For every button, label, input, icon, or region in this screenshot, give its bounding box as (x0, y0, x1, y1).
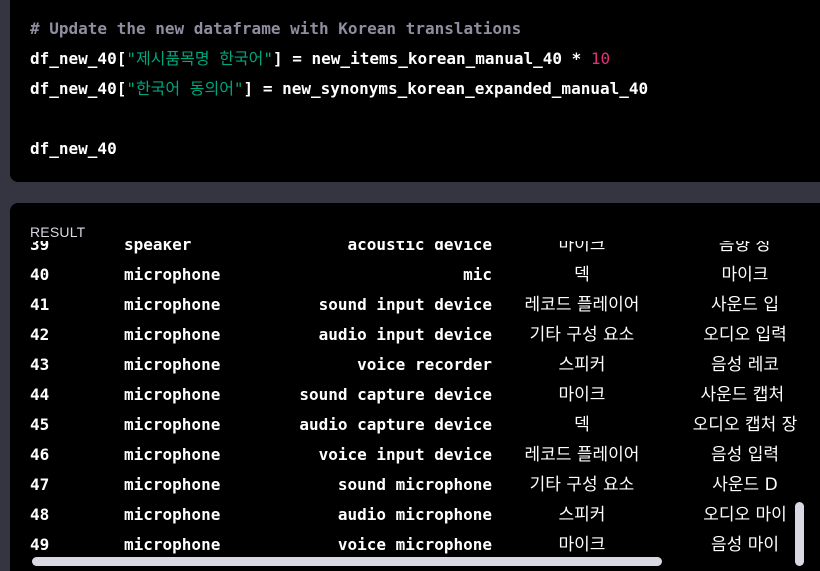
table-row: 49 microphone voice microphone 마이크 음성 마이 (10, 530, 820, 560)
table-row: 43 microphone voice recorder 스피커 음성 레코 (10, 350, 820, 380)
row-synonym: 오디오 입력 (703, 325, 787, 345)
row-index: 49 (30, 535, 50, 554)
row-index: 41 (30, 295, 50, 314)
row-korean: 기타 구성 요소 (529, 325, 635, 345)
row-synonym: 오디오 캡처 장 (692, 415, 798, 435)
table-row: 41 microphone sound input device 레코드 플레이어 사운… (10, 290, 820, 320)
code-var: df_new_40[ (30, 79, 127, 98)
horizontal-scrollbar[interactable] (32, 557, 662, 566)
row-category: microphone (124, 295, 221, 314)
row-item: audio input device (318, 325, 492, 344)
row-korean: 덱 (574, 415, 590, 435)
row-item: mic (463, 265, 492, 284)
row-index: 48 (30, 505, 50, 524)
row-korean: 레코드 플레이어 (524, 295, 640, 315)
code-block: # Update the new dataframe with Korean t… (10, 0, 820, 182)
code-line-synonyms: df_new_40["한국어 동의어"] = new_synonyms_kore… (30, 74, 648, 104)
row-item: voice microphone (337, 535, 492, 554)
row-item: voice recorder (357, 355, 492, 374)
row-synonym: 음향 장 (718, 241, 772, 255)
result-panel[interactable]: RESULT 39 speaker acoustic device 마이크 음향… (10, 203, 820, 571)
row-synonym: 사운드 캡처 (700, 385, 790, 405)
row-index: 39 (30, 241, 50, 254)
row-korean: 스피커 (558, 355, 606, 375)
row-synonym: 사운드 D (712, 475, 778, 495)
row-korean: 스피커 (558, 505, 606, 525)
code-number: 10 (590, 49, 611, 68)
vertical-scrollbar[interactable] (795, 502, 804, 566)
row-synonym: 사운드 입 (711, 295, 779, 315)
result-label: RESULT (30, 224, 86, 240)
row-index: 40 (30, 265, 50, 284)
row-item: sound capture device (299, 385, 492, 404)
row-item: audio microphone (337, 505, 492, 524)
row-category: microphone (124, 265, 221, 284)
code-assign: ] = new_items_korean_manual_40 * (273, 49, 591, 68)
row-category: microphone (124, 475, 221, 494)
row-index: 44 (30, 385, 50, 404)
result-table[interactable]: 39 speaker acoustic device 마이크 음향 장 40 mi… (10, 241, 820, 561)
row-synonym: 음성 레코 (711, 355, 779, 375)
row-item: audio capture device (299, 415, 492, 434)
row-index: 43 (30, 355, 50, 374)
code-line-display: df_new_40 (30, 139, 117, 158)
row-synonym: 음성 입력 (711, 445, 779, 465)
row-index: 46 (30, 445, 50, 464)
row-synonym: 마이크 (721, 265, 769, 285)
code-string: "제시품목명 한국어" (126, 49, 273, 68)
row-category: microphone (124, 415, 221, 434)
table-row: 44 microphone sound capture device 마이크 사운드 캡… (10, 380, 820, 410)
row-korean: 마이크 (558, 535, 606, 555)
table-row-partial: 39 speaker acoustic device 마이크 음향 장 (10, 241, 820, 260)
code-var: df_new_40[ (30, 49, 127, 68)
row-item: acoustic device (347, 241, 493, 254)
table-row: 48 microphone audio microphone 스피커 오디오 마이 (10, 500, 820, 530)
code-line-items: df_new_40["제시품목명 한국어"] = new_items_korea… (30, 44, 610, 74)
row-category: microphone (124, 505, 221, 524)
row-category: microphone (124, 355, 221, 374)
row-korean: 덱 (574, 265, 590, 285)
row-korean: 마이크 (558, 385, 606, 405)
row-category: microphone (124, 325, 221, 344)
row-index: 45 (30, 415, 50, 434)
row-index: 47 (30, 475, 50, 494)
row-category: microphone (124, 535, 221, 554)
code-comment: # Update the new dataframe with Korean t… (30, 19, 522, 38)
row-category: speaker (124, 241, 192, 254)
table-row: 45 microphone audio capture device 덱 오디오 캡처 … (10, 410, 820, 440)
code-string: "한국어 동의어" (126, 79, 244, 98)
row-korean: 마이크 (558, 241, 606, 255)
row-korean: 레코드 플레이어 (524, 445, 640, 465)
table-row: 42 microphone audio input device 기타 구성 요소 오디… (10, 320, 820, 350)
table-row: 40 microphone mic 덱 마이크 (10, 260, 820, 290)
row-category: microphone (124, 385, 221, 404)
row-item: sound microphone (337, 475, 492, 494)
row-item: voice input device (318, 445, 492, 464)
table-row: 46 microphone voice input device 레코드 플레이어 음성… (10, 440, 820, 470)
code-assign: ] = new_synonyms_korean_expanded_manual_… (243, 79, 649, 98)
row-item: sound input device (318, 295, 492, 314)
table-row: 47 microphone sound microphone 기타 구성 요소 사운드 … (10, 470, 820, 500)
row-category: microphone (124, 445, 221, 464)
row-korean: 기타 구성 요소 (529, 475, 635, 495)
row-index: 42 (30, 325, 50, 344)
